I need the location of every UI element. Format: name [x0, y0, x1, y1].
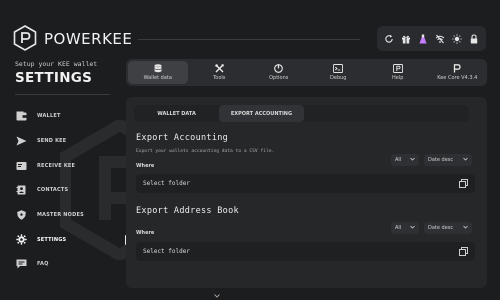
settings-tab-bar: Wallet data Tools Options Debug Help Kee…: [126, 59, 487, 86]
sub-tab-bar: WALLET DATA EXPORT ACCOUNTING: [134, 105, 469, 122]
export-accounting-title: Export Accounting: [136, 133, 229, 143]
sidebar-item-settings[interactable]: SETTINGS: [15, 227, 127, 252]
sidebar-item-label: SEND KEE: [37, 138, 67, 145]
powerkee-logo-icon: [13, 25, 37, 51]
options-icon: [274, 64, 284, 73]
sidebar-item-label: WALLET: [37, 113, 61, 120]
chevron-down-icon: [410, 157, 415, 163]
sidebar-divider: [15, 94, 110, 95]
gear-icon: [15, 234, 27, 246]
top-toolbar: [377, 26, 486, 51]
sidebar-item-send-kee[interactable]: SEND KEE: [15, 129, 120, 154]
export-accounting-description: Export your wallets accounting data to a…: [136, 149, 275, 154]
folder-placeholder: Select folder: [143, 248, 190, 255]
refresh-icon[interactable]: [383, 33, 395, 45]
lock-icon[interactable]: [468, 33, 480, 45]
chevron-down-icon: [463, 225, 468, 231]
tab-label: Debug: [330, 75, 347, 81]
kee-core-icon: [452, 64, 462, 73]
folder-placeholder: Select folder: [143, 180, 190, 187]
sidebar-item-label: CONTACTS: [37, 187, 69, 194]
tab-label: Options: [269, 75, 289, 81]
page-title: SETTINGS: [15, 70, 93, 86]
sidebar-subtitle: Setup your KEE wallet: [15, 60, 98, 68]
receive-icon: [15, 160, 27, 172]
tab-label: Wallet data: [143, 75, 172, 81]
subtab-wallet-data[interactable]: WALLET DATA: [134, 105, 219, 122]
faq-icon: [15, 258, 27, 270]
select-value: Date desc: [428, 225, 454, 231]
chevron-down-icon: [410, 225, 415, 231]
address-book-folder-field[interactable]: Select folder: [136, 242, 475, 261]
tab-help[interactable]: Help: [368, 59, 428, 86]
send-icon: [15, 135, 27, 147]
export-address-book-title: Export Address Book: [136, 206, 239, 216]
address-book-filter-select[interactable]: All: [391, 222, 419, 234]
chevron-down-icon: [463, 157, 468, 163]
header-divider: [138, 39, 360, 40]
scroll-down-icon[interactable]: [214, 294, 220, 298]
tab-label: Kee Core V4.3.4: [437, 75, 478, 81]
accounting-folder-field[interactable]: Select folder: [136, 174, 475, 193]
tab-options[interactable]: Options: [249, 59, 309, 86]
sidebar-item-wallet[interactable]: WALLET: [15, 104, 120, 129]
tab-debug[interactable]: Debug: [309, 59, 369, 86]
accounting-where-label: Where: [136, 163, 155, 169]
tab-label: Help: [392, 75, 404, 81]
accounting-sort-select[interactable]: Date desc: [424, 154, 472, 166]
subtab-export-accounting[interactable]: EXPORT ACCOUNTING: [219, 105, 304, 122]
select-value: All: [395, 225, 402, 231]
sidebar-item-label: SETTINGS: [37, 236, 67, 243]
tab-wallet-data[interactable]: Wallet data: [128, 61, 188, 84]
accounting-filter-select[interactable]: All: [391, 154, 419, 166]
sidebar-item-master-nodes[interactable]: MASTER NODES: [15, 203, 120, 228]
shield-icon: [15, 209, 27, 221]
brand-name: POWERKEE: [44, 30, 133, 48]
select-value: Date desc: [428, 157, 454, 163]
address-book-sort-select[interactable]: Date desc: [424, 222, 472, 234]
copy-icon[interactable]: [458, 247, 468, 257]
database-icon: [153, 64, 163, 73]
sidebar-item-label: RECEIVE KEE: [37, 162, 76, 169]
flask-icon[interactable]: [417, 33, 429, 45]
sidebar-item-faq[interactable]: FAQ: [15, 252, 120, 277]
tools-icon: [214, 64, 224, 73]
sidebar-item-label: MASTER NODES: [37, 212, 84, 219]
brightness-icon[interactable]: [451, 33, 463, 45]
tab-label: Tools: [213, 75, 226, 81]
sidebar-item-contacts[interactable]: CONTACTS: [15, 178, 120, 203]
terminal-icon: [333, 64, 344, 73]
no-signal-icon[interactable]: [434, 33, 446, 45]
tab-tools[interactable]: Tools: [190, 59, 250, 86]
tab-kee-core[interactable]: Kee Core V4.3.4: [428, 59, 488, 86]
address-book-where-label: Where: [136, 230, 155, 236]
help-icon: [392, 64, 403, 73]
gift-icon[interactable]: [400, 33, 412, 45]
wallet-icon: [15, 110, 27, 122]
select-value: All: [395, 157, 402, 163]
sidebar-item-receive-kee[interactable]: RECEIVE KEE: [15, 153, 120, 178]
copy-icon[interactable]: [458, 179, 468, 189]
app-window: POWERKEE Setup your KEE wallet SETTINGS: [0, 0, 500, 300]
sidebar-nav: WALLET SEND KEE RECEIVE KEE CONTACTS MAS…: [15, 104, 127, 277]
main-panel: WALLET DATA EXPORT ACCOUNTING Export Acc…: [126, 97, 487, 288]
sidebar-item-label: FAQ: [37, 261, 49, 268]
contacts-icon: [15, 184, 27, 196]
